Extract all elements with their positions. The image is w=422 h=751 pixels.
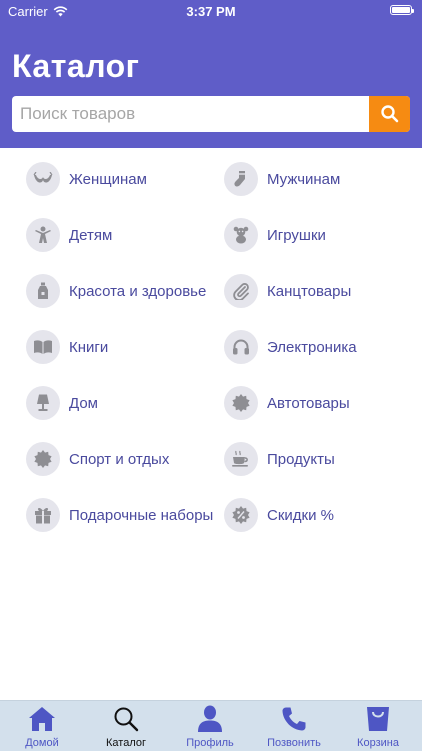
category-label: Спорт и отдых (69, 450, 170, 468)
child-icon (26, 218, 60, 252)
category-books[interactable]: Книги (26, 329, 108, 365)
shopping-bag-icon (367, 707, 389, 731)
category-gift-sets[interactable]: Подарочные наборы (26, 497, 213, 533)
paperclip-icon (224, 274, 258, 308)
tab-catalog[interactable]: Каталог (84, 705, 168, 751)
bottle-icon (26, 274, 60, 308)
category-label: Детям (69, 226, 113, 244)
category-label: Мужчинам (267, 170, 341, 188)
gear-icon (224, 386, 258, 420)
tab-cart[interactable]: Корзина (336, 705, 420, 751)
category-label: Игрушки (267, 226, 326, 244)
tab-label: Каталог (106, 737, 146, 749)
lamp-icon (26, 386, 60, 420)
tab-label: Домой (25, 737, 59, 749)
tab-bar: Домой Каталог Профиль Позвонить Корзина (0, 700, 422, 751)
category-men[interactable]: Мужчинам (224, 161, 340, 197)
category-food[interactable]: Продукты (224, 441, 335, 477)
category-label: Продукты (267, 450, 335, 468)
status-bar: Carrier 3:37 PM (0, 0, 422, 22)
tab-profile[interactable]: Профиль (168, 705, 252, 751)
page-title: Каталог (12, 48, 140, 84)
category-label: Красота и здоровье (69, 282, 207, 300)
category-label: Канцтовары (267, 282, 352, 300)
category-label: Электроника (267, 338, 357, 356)
category-sport[interactable]: Спорт и отдых (26, 441, 169, 477)
header: Carrier 3:37 PM Каталог (0, 0, 422, 148)
tab-label: Корзина (357, 737, 399, 749)
home-icon (29, 707, 55, 731)
category-label: Дом (69, 394, 98, 412)
category-label: Женщинам (69, 170, 147, 188)
category-home[interactable]: Дом (26, 385, 98, 421)
discount-icon (224, 498, 258, 532)
search-button[interactable] (369, 96, 410, 132)
battery-icon (390, 5, 414, 15)
search-bar (12, 96, 410, 132)
bra-icon (26, 162, 60, 196)
category-kids[interactable]: Детям (26, 217, 112, 253)
person-icon (198, 705, 222, 732)
tab-label: Позвонить (267, 737, 321, 749)
category-label: Книги (69, 338, 109, 356)
tab-home[interactable]: Домой (0, 705, 84, 751)
search-input[interactable] (12, 96, 368, 132)
category-toys[interactable]: Игрушки (224, 217, 326, 253)
category-discounts[interactable]: Скидки % (224, 497, 334, 533)
coffee-cup-icon (224, 442, 258, 476)
search-icon (114, 707, 139, 732)
tab-call[interactable]: Позвонить (252, 705, 336, 751)
search-icon (380, 105, 398, 123)
status-time: 3:37 PM (186, 4, 236, 19)
tab-label: Профиль (186, 737, 234, 749)
category-auto[interactable]: Автотовары (224, 385, 350, 421)
category-label: Скидки % (267, 506, 334, 524)
category-stationery[interactable]: Канцтовары (224, 273, 351, 309)
badge-icon (26, 442, 60, 476)
category-label: Автотовары (267, 394, 350, 412)
book-icon (26, 330, 60, 364)
gift-icon (26, 498, 60, 532)
category-beauty[interactable]: Красота и здоровье (26, 273, 206, 309)
teddy-bear-icon (224, 218, 258, 252)
headphones-icon (224, 330, 258, 364)
category-women[interactable]: Женщинам (26, 161, 147, 197)
category-electronics[interactable]: Электроника (224, 329, 357, 365)
sock-icon (224, 162, 258, 196)
phone-icon (282, 707, 306, 731)
category-label: Подарочные наборы (69, 506, 214, 524)
